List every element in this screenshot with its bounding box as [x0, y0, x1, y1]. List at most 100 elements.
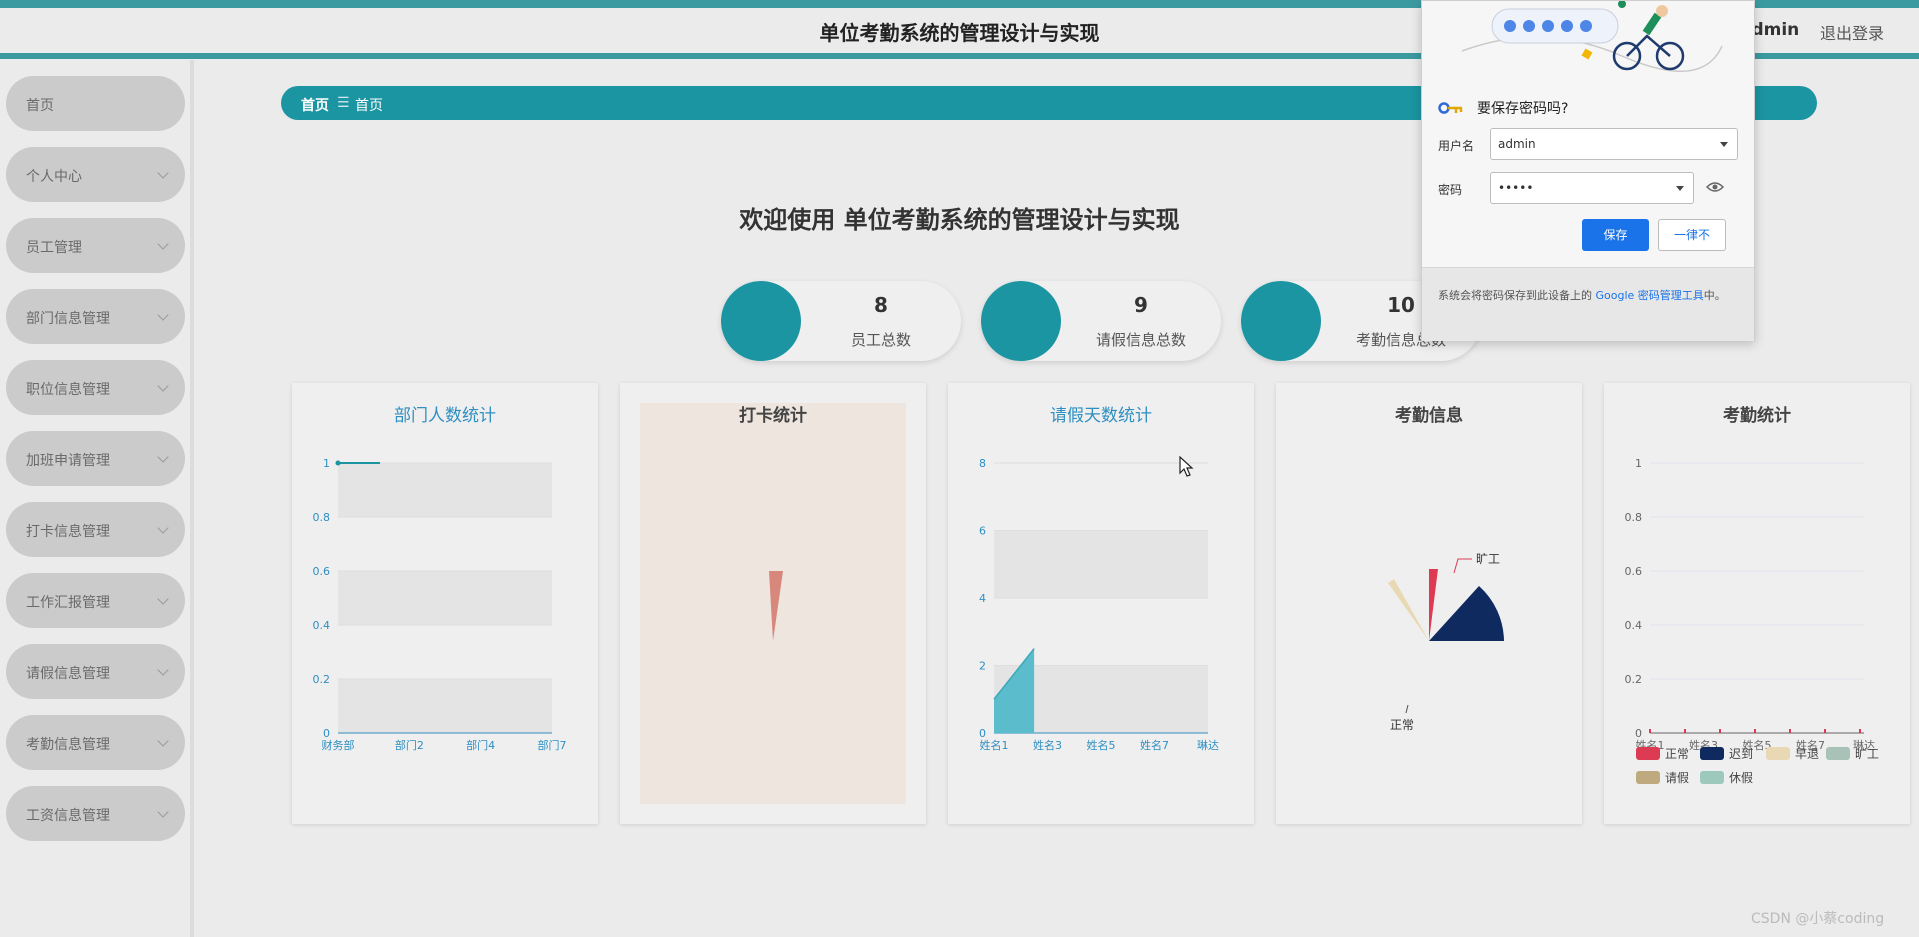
sidebar-item-label: 加班申请管理: [26, 453, 110, 469]
chevron-down-icon: [157, 664, 169, 676]
sidebar-item-home[interactable]: 首页: [6, 76, 185, 131]
sidebar-item-departments[interactable]: 部门信息管理: [6, 289, 185, 344]
username-value: admin: [1498, 137, 1536, 151]
y-tick-label: 8: [979, 457, 986, 470]
legend-swatch: [1700, 771, 1724, 784]
chart-title: 请假天数统计: [1050, 406, 1152, 426]
stat-circle: [981, 281, 1061, 361]
x-tick-label: 姓名7: [1140, 738, 1169, 752]
legend-swatch: [1766, 747, 1790, 760]
x-tick-label: 部门4: [466, 738, 495, 752]
chevron-down-icon: [157, 735, 169, 747]
stat-label: 员工总数: [850, 331, 911, 349]
sidebar-item-attendance[interactable]: 考勤信息管理: [6, 715, 185, 770]
stat-circle: [721, 281, 801, 361]
breadcrumb-current: 首页: [355, 98, 383, 114]
popup-illustration: [1461, 1, 1723, 73]
chevron-down-icon: [157, 593, 169, 605]
chart-card-attendance-stats: 考勤统计 0 0.2 0.4 0.6 0.8 1 姓名1 姓名3 姓名5 姓名7 琳达 正常 迟到 早退 旷工…: [1604, 383, 1910, 824]
popup-footer: 系统会将密码保存到此设备上的 Google 密码管理工具中。: [1422, 267, 1754, 341]
stat-label: 请假信息总数: [1095, 331, 1186, 349]
sidebar-item-clockin[interactable]: 打卡信息管理: [6, 502, 185, 557]
chart-card-attendance-info: 考勤信息 旷工 正常: [1276, 383, 1582, 824]
breadcrumb-home[interactable]: 首页: [301, 95, 329, 115]
legend-label: 请假: [1665, 771, 1689, 785]
pie-slice: [1429, 569, 1438, 641]
eye-icon[interactable]: [1706, 181, 1724, 193]
chart-title: 考勤统计: [1722, 405, 1791, 426]
legend-swatch: [1826, 747, 1850, 760]
key-icon: [1438, 102, 1463, 114]
y-tick-label: 1: [323, 457, 330, 470]
chart-svg: 打卡统计: [640, 403, 906, 804]
y-tick-label: 0.4: [313, 619, 331, 632]
logout-link[interactable]: 退出登录: [1820, 20, 1884, 44]
mouse-cursor-icon: [1179, 456, 1194, 477]
popup-footer-text: 系统会将密码保存到此设备上的 Google 密码管理工具中。: [1438, 286, 1738, 305]
y-tick-label: 2: [979, 660, 986, 673]
legend-label: 旷工: [1855, 747, 1879, 761]
chart-title: 打卡统计: [739, 405, 807, 426]
sidebar-item-label: 工作汇报管理: [26, 595, 110, 611]
legend-swatch: [1636, 771, 1660, 784]
stat-card-leave: 9 请假信息总数: [981, 281, 1221, 361]
footer-prefix: 系统会将密码保存到此设备上的: [1438, 289, 1596, 302]
x-tick-label: 琳达: [1197, 738, 1219, 752]
sidebar-item-salary[interactable]: 工资信息管理: [6, 786, 185, 841]
save-password-button[interactable]: 保存: [1582, 219, 1649, 251]
stat-card-employees: 8 员工总数: [721, 281, 961, 361]
sidebar-item-personal-center[interactable]: 个人中心: [6, 147, 185, 202]
sidebar-item-label: 首页: [26, 98, 54, 114]
password-field[interactable]: •••••: [1490, 172, 1694, 204]
chevron-down-icon: [157, 238, 169, 250]
popup-question: 要保存密码吗?: [1477, 101, 1569, 117]
save-password-popup: 要保存密码吗? 用户名 admin 密码 ••••• 保存 一律不 系统会将密码…: [1421, 0, 1755, 341]
menu-separator-icon: ☰: [337, 95, 350, 111]
stat-circle: [1241, 281, 1321, 361]
legend-swatch: [1636, 747, 1660, 760]
y-tick-label: 0.4: [1625, 619, 1643, 632]
never-save-button[interactable]: 一律不: [1658, 219, 1726, 251]
chevron-down-icon: [157, 522, 169, 534]
grid-band: [338, 571, 552, 625]
grid-band: [994, 530, 1208, 598]
pie-slice: [1388, 579, 1429, 641]
x-tick-label: 财务部: [322, 738, 355, 752]
chart-title: 部门人数统计: [394, 406, 496, 426]
label-line: [1405, 704, 1409, 714]
chart-card-department-headcount: 部门人数统计 0 0.2 0.4 0.6 0.8 1 财务部 部门2 部门4 部门7: [292, 383, 598, 824]
sidebar-item-positions[interactable]: 职位信息管理: [6, 360, 185, 415]
sidebar-item-label: 打卡信息管理: [26, 524, 110, 540]
sidebar-item-label: 部门信息管理: [26, 311, 110, 327]
sidebar: 首页 个人中心 员工管理 部门信息管理 职位信息管理 加班申请管理 打卡信息管理…: [0, 60, 194, 937]
label-line: [1453, 558, 1472, 574]
y-tick-label: 1: [1635, 457, 1642, 470]
sidebar-item-leave[interactable]: 请假信息管理: [6, 644, 185, 699]
chevron-down-icon: [157, 806, 169, 818]
chevron-down-icon: [157, 451, 169, 463]
sidebar-item-label: 工资信息管理: [26, 808, 110, 824]
chevron-down-icon: [157, 380, 169, 392]
slice-label: 旷工: [1476, 552, 1500, 566]
y-tick-label: 4: [979, 592, 986, 605]
y-tick-label: 6: [979, 525, 986, 538]
chevron-down-icon: [157, 167, 169, 179]
sidebar-item-work-report[interactable]: 工作汇报管理: [6, 573, 185, 628]
chart-svg: 请假天数统计02468姓名1 姓名3 姓名5 姓名7 琳达: [979, 406, 1219, 752]
grid-band: [338, 679, 552, 733]
chart-card-clockin: 打卡统计: [620, 383, 926, 824]
sidebar-item-label: 考勤信息管理: [26, 737, 110, 753]
legend-swatch: [1700, 747, 1724, 760]
y-tick-label: 0.8: [1625, 511, 1643, 524]
sidebar-item-overtime[interactable]: 加班申请管理: [6, 431, 185, 486]
password-manager-link[interactable]: Google 密码管理工具: [1596, 289, 1704, 302]
sidebar-item-label: 职位信息管理: [26, 382, 110, 398]
x-tick-label: 姓名5: [1087, 738, 1116, 752]
stat-value: 9: [1134, 293, 1148, 317]
username-field[interactable]: admin: [1490, 128, 1738, 160]
chart-svg: 考勤信息旷工正常: [1388, 405, 1504, 732]
chart-svg: 考勤统计00.20.40.60.81姓名1 姓名3 姓名5 姓名7 琳达正常 迟到 早退 旷工…: [1625, 405, 1880, 785]
watermark: CSDN @小蔡coding: [1751, 911, 1885, 927]
chart-title: 考勤信息: [1394, 405, 1463, 426]
x-tick-label: 部门2: [395, 738, 424, 752]
